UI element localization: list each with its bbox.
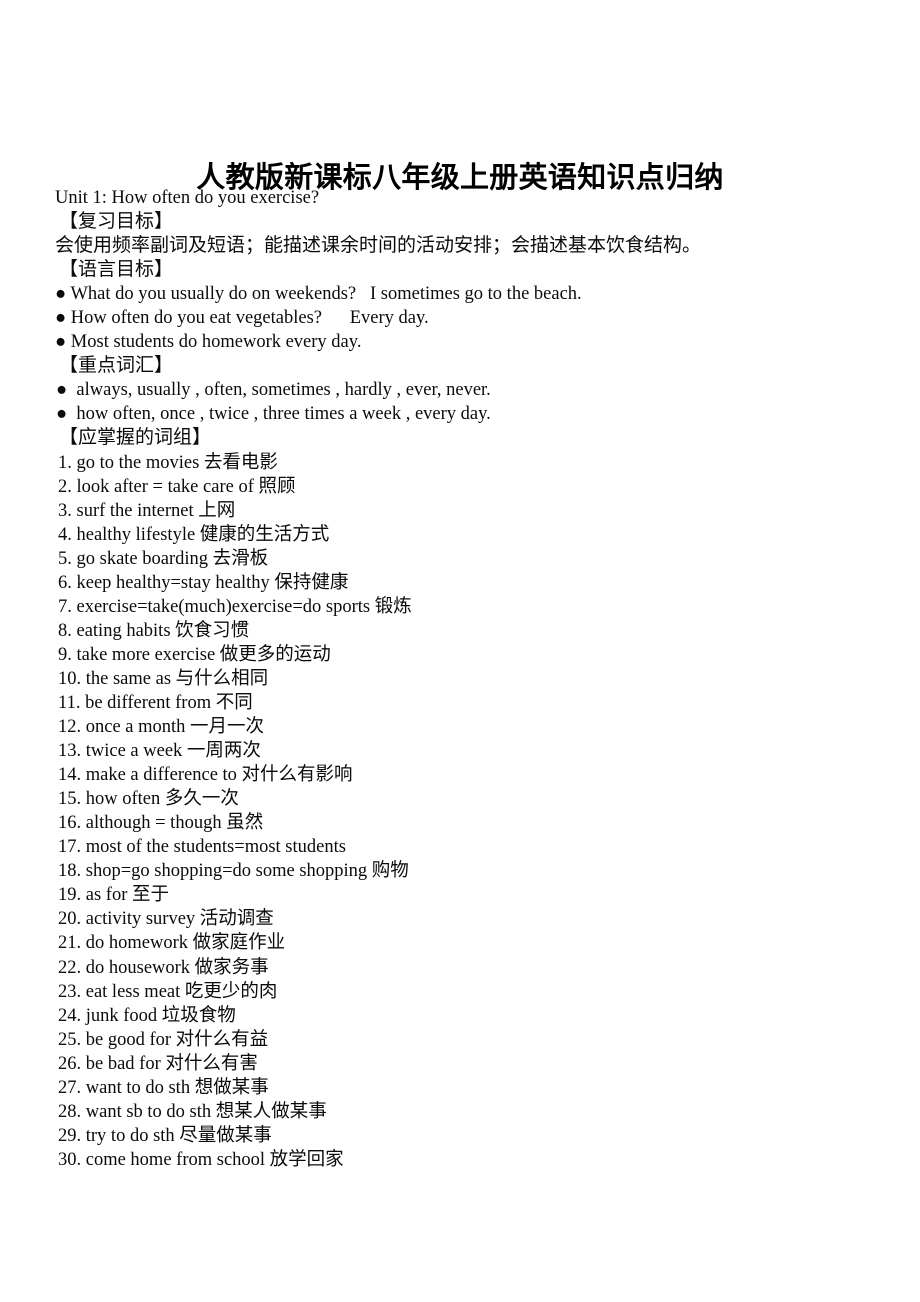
language-goal-bullet: ● What do you usually do on weekends? I … [55,284,582,305]
key-vocab-heading: 【重点词汇】 [59,355,174,377]
phrase-item: 20. activity survey 活动调查 [58,909,274,930]
phrase-item: 6. keep healthy=stay healthy 保持健康 [58,572,349,593]
phrase-item: 9. take more exercise 做更多的运动 [58,644,331,665]
review-goal-text: 会使用频率副词及短语；能描述课余时间的活动安排；会描述基本饮食结构。 [55,235,702,257]
phrase-item: 17. most of the students=most students [58,837,346,858]
phrase-item: 29. try to do sth 尽量做某事 [58,1125,272,1146]
phrase-list: 1. go to the movies 去看电影 2. look after =… [55,451,895,1172]
language-goal-bullet: ● Most students do homework every day. [55,332,362,353]
phrase-item: 21. do homework 做家庭作业 [58,933,286,954]
phrase-item: 12. once a month 一月一次 [58,717,265,738]
phrase-item: 25. be good for 对什么有益 [58,1029,269,1050]
phrase-item: 30. come home from school 放学回家 [58,1149,344,1170]
review-goal-heading: 【复习目标】 [59,211,174,233]
document-page: 人教版新课标八年级上册英语知识点归纳 Unit 1: How often do … [0,0,920,1302]
phrase-item: 28. want sb to do sth 想某人做某事 [58,1101,327,1122]
phrases-heading: 【应掌握的词组】 [59,427,212,449]
phrase-item: 24. junk food 垃圾食物 [58,1005,236,1026]
phrase-item: 27. want to do sth 想做某事 [58,1077,269,1098]
phrase-item: 19. as for 至于 [58,885,169,906]
phrase-item: 14. make a difference to 对什么有影响 [58,765,353,786]
language-goal-bullet: ● How often do you eat vegetables? Every… [55,308,429,329]
phrase-item: 22. do housework 做家务事 [58,957,269,978]
phrase-item: 10. the same as 与什么相同 [58,668,269,689]
phrase-item: 16. although = though 虽然 [58,813,264,834]
phrase-item: 18. shop=go shopping=do some shopping 购物 [58,861,409,882]
language-goal-heading: 【语言目标】 [59,259,174,281]
phrase-item: 23. eat less meat 吃更少的肉 [58,981,278,1002]
phrase-item: 11. be different from 不同 [58,692,253,713]
phrase-item: 8. eating habits 饮食习惯 [58,620,250,641]
key-vocab-bullet: ● how often, once , twice , three times … [56,404,491,425]
phrase-item: 3. surf the internet 上网 [58,500,236,521]
document-body: Unit 1: How often do you exercise? 【复习目标… [55,186,895,1172]
phrase-item: 7. exercise=take(much)exercise=do sports… [58,596,412,617]
phrase-item: 26. be bad for 对什么有害 [58,1053,258,1074]
phrase-item: 13. twice a week 一周两次 [58,741,261,762]
unit-heading: Unit 1: How often do you exercise? [55,188,320,208]
phrase-item: 1. go to the movies 去看电影 [58,452,278,473]
phrase-item: 2. look after = take care of 照顾 [58,476,296,497]
phrase-item: 4. healthy lifestyle 健康的生活方式 [58,524,330,545]
key-vocab-bullet: ● always, usually , often, sometimes , h… [56,380,491,401]
phrase-item: 5. go skate boarding 去滑板 [58,548,269,569]
phrase-item: 15. how often 多久一次 [58,789,239,810]
